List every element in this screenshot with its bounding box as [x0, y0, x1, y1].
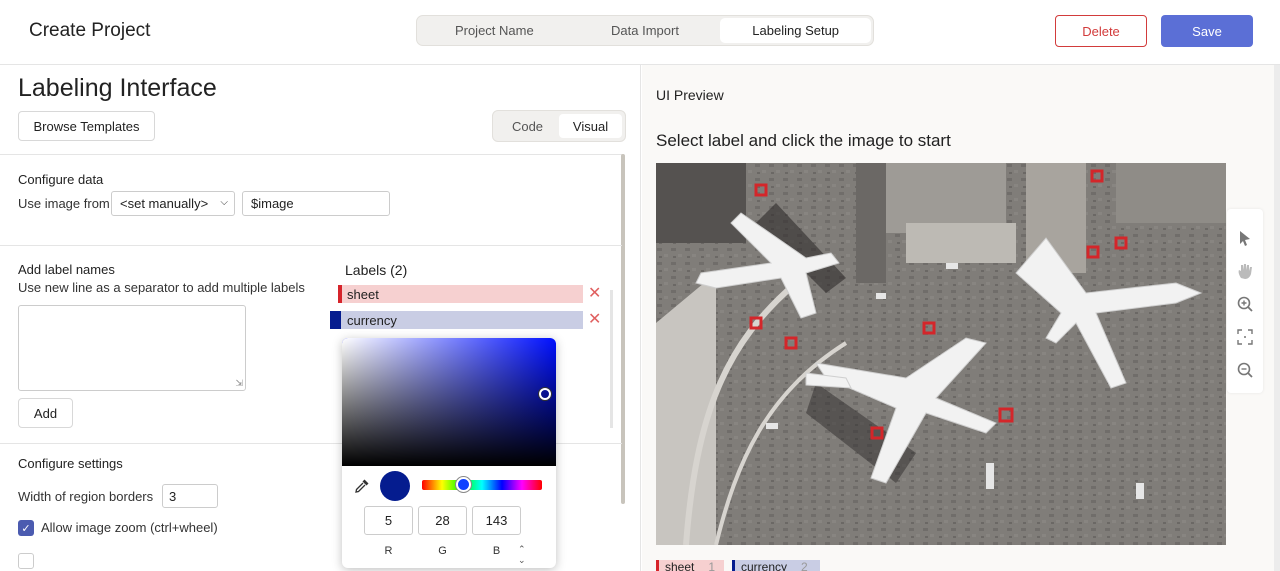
preview-panel: UI Preview Select label and click the im…	[642, 65, 1280, 571]
add-label-names-title: Add label names	[18, 262, 115, 277]
label-name: sheet	[347, 286, 379, 302]
use-image-from-label: Use image from	[18, 196, 110, 211]
label-color-bar[interactable]	[338, 285, 342, 303]
divider	[0, 245, 622, 246]
red-label: R	[384, 545, 393, 557]
scrollbar[interactable]	[1274, 65, 1280, 571]
label-item[interactable]: currency	[330, 311, 583, 329]
labels-scrollbar[interactable]	[610, 290, 613, 428]
image-variable-input[interactable]: $image	[242, 191, 390, 216]
blue-label: B	[492, 545, 501, 557]
divider	[0, 154, 622, 155]
zoom-in-icon[interactable]	[1236, 295, 1254, 313]
zoom-label: Allow image zoom (ctrl+wheel)	[41, 520, 218, 535]
browse-templates-button[interactable]: Browse Templates	[18, 111, 155, 141]
saturation-area[interactable]	[342, 338, 556, 466]
zoom-out-icon[interactable]	[1236, 361, 1254, 379]
instruction-text: Select label and click the image to star…	[656, 131, 951, 150]
configure-settings-title: Configure settings	[18, 456, 123, 471]
labels-count-title: Labels (2)	[345, 262, 408, 278]
label-color-bar[interactable]	[330, 311, 341, 329]
setting-checkbox[interactable]	[18, 553, 34, 569]
hotkey: 1	[708, 560, 716, 571]
configure-data-title: Configure data	[18, 172, 104, 187]
ui-preview-title: UI Preview	[656, 87, 724, 103]
label-item[interactable]: sheet	[338, 285, 583, 303]
green-label: G	[438, 545, 447, 557]
saturation-handle[interactable]	[539, 388, 551, 400]
chevron-down-icon: ⌵	[220, 197, 228, 208]
tab-data-import[interactable]: Data Import	[570, 18, 721, 43]
delete-button[interactable]: Delete	[1055, 15, 1147, 47]
region-label-name: currency	[741, 560, 788, 571]
pointer-icon[interactable]	[1236, 229, 1254, 247]
border-width-input[interactable]: 3	[162, 484, 218, 508]
image-source-select[interactable]: <set manually> ⌵	[111, 191, 235, 216]
tab-project-name[interactable]: Project Name	[419, 18, 570, 43]
add-labels-button[interactable]: Add	[18, 398, 73, 428]
remove-label-icon[interactable]: ✕	[588, 312, 601, 328]
remove-label-icon[interactable]: ✕	[588, 286, 601, 302]
hand-icon[interactable]	[1236, 262, 1254, 280]
green-input[interactable]: 28	[418, 506, 467, 535]
blue-input[interactable]: 143	[472, 506, 521, 535]
hotkey: 2	[801, 560, 808, 571]
label-name: currency	[347, 312, 397, 328]
region-label-chip[interactable]: sheet 1	[656, 560, 724, 571]
hue-handle[interactable]	[456, 477, 471, 492]
eyedropper-icon[interactable]	[354, 478, 370, 494]
tab-labeling-setup[interactable]: Labeling Setup	[720, 18, 872, 43]
fit-icon[interactable]	[1236, 328, 1254, 346]
format-toggle-icon[interactable]: ⌃ ⌄	[518, 544, 526, 566]
scrollbar[interactable]	[621, 154, 625, 504]
image-source-value: <set manually>	[120, 196, 209, 211]
region-label-name: sheet	[665, 560, 695, 571]
red-input[interactable]: 5	[364, 506, 413, 535]
tab-code[interactable]: Code	[496, 114, 559, 138]
color-picker: 5 28 143 R G B ⌃ ⌄	[342, 338, 556, 568]
resize-handle-icon[interactable]: ⇲	[235, 378, 243, 389]
border-width-label: Width of region borders	[18, 489, 154, 504]
region-label-chip[interactable]: currency 2	[732, 560, 820, 571]
tab-visual[interactable]: Visual	[559, 114, 622, 138]
color-swatch	[380, 471, 410, 501]
label-color-bar	[732, 560, 735, 571]
labeling-interface-title: Labeling Interface	[18, 74, 217, 102]
label-names-textarea[interactable]: ⇲	[18, 305, 246, 391]
page-title: Create Project	[29, 20, 151, 41]
step-tabs: Project Name Data Import Labeling Setup	[416, 15, 874, 46]
save-button[interactable]: Save	[1161, 15, 1253, 47]
view-toggle: Code Visual	[492, 110, 626, 142]
hue-slider[interactable]	[422, 480, 542, 490]
zoom-checkbox[interactable]: ✓	[18, 520, 34, 536]
image-toolbar	[1227, 209, 1263, 393]
top-bar: Create Project Project Name Data Import …	[0, 0, 1280, 65]
add-labels-hint: Use new line as a separator to add multi…	[18, 280, 305, 295]
label-color-bar	[656, 560, 659, 571]
airport-aerial-image[interactable]	[656, 163, 1226, 545]
